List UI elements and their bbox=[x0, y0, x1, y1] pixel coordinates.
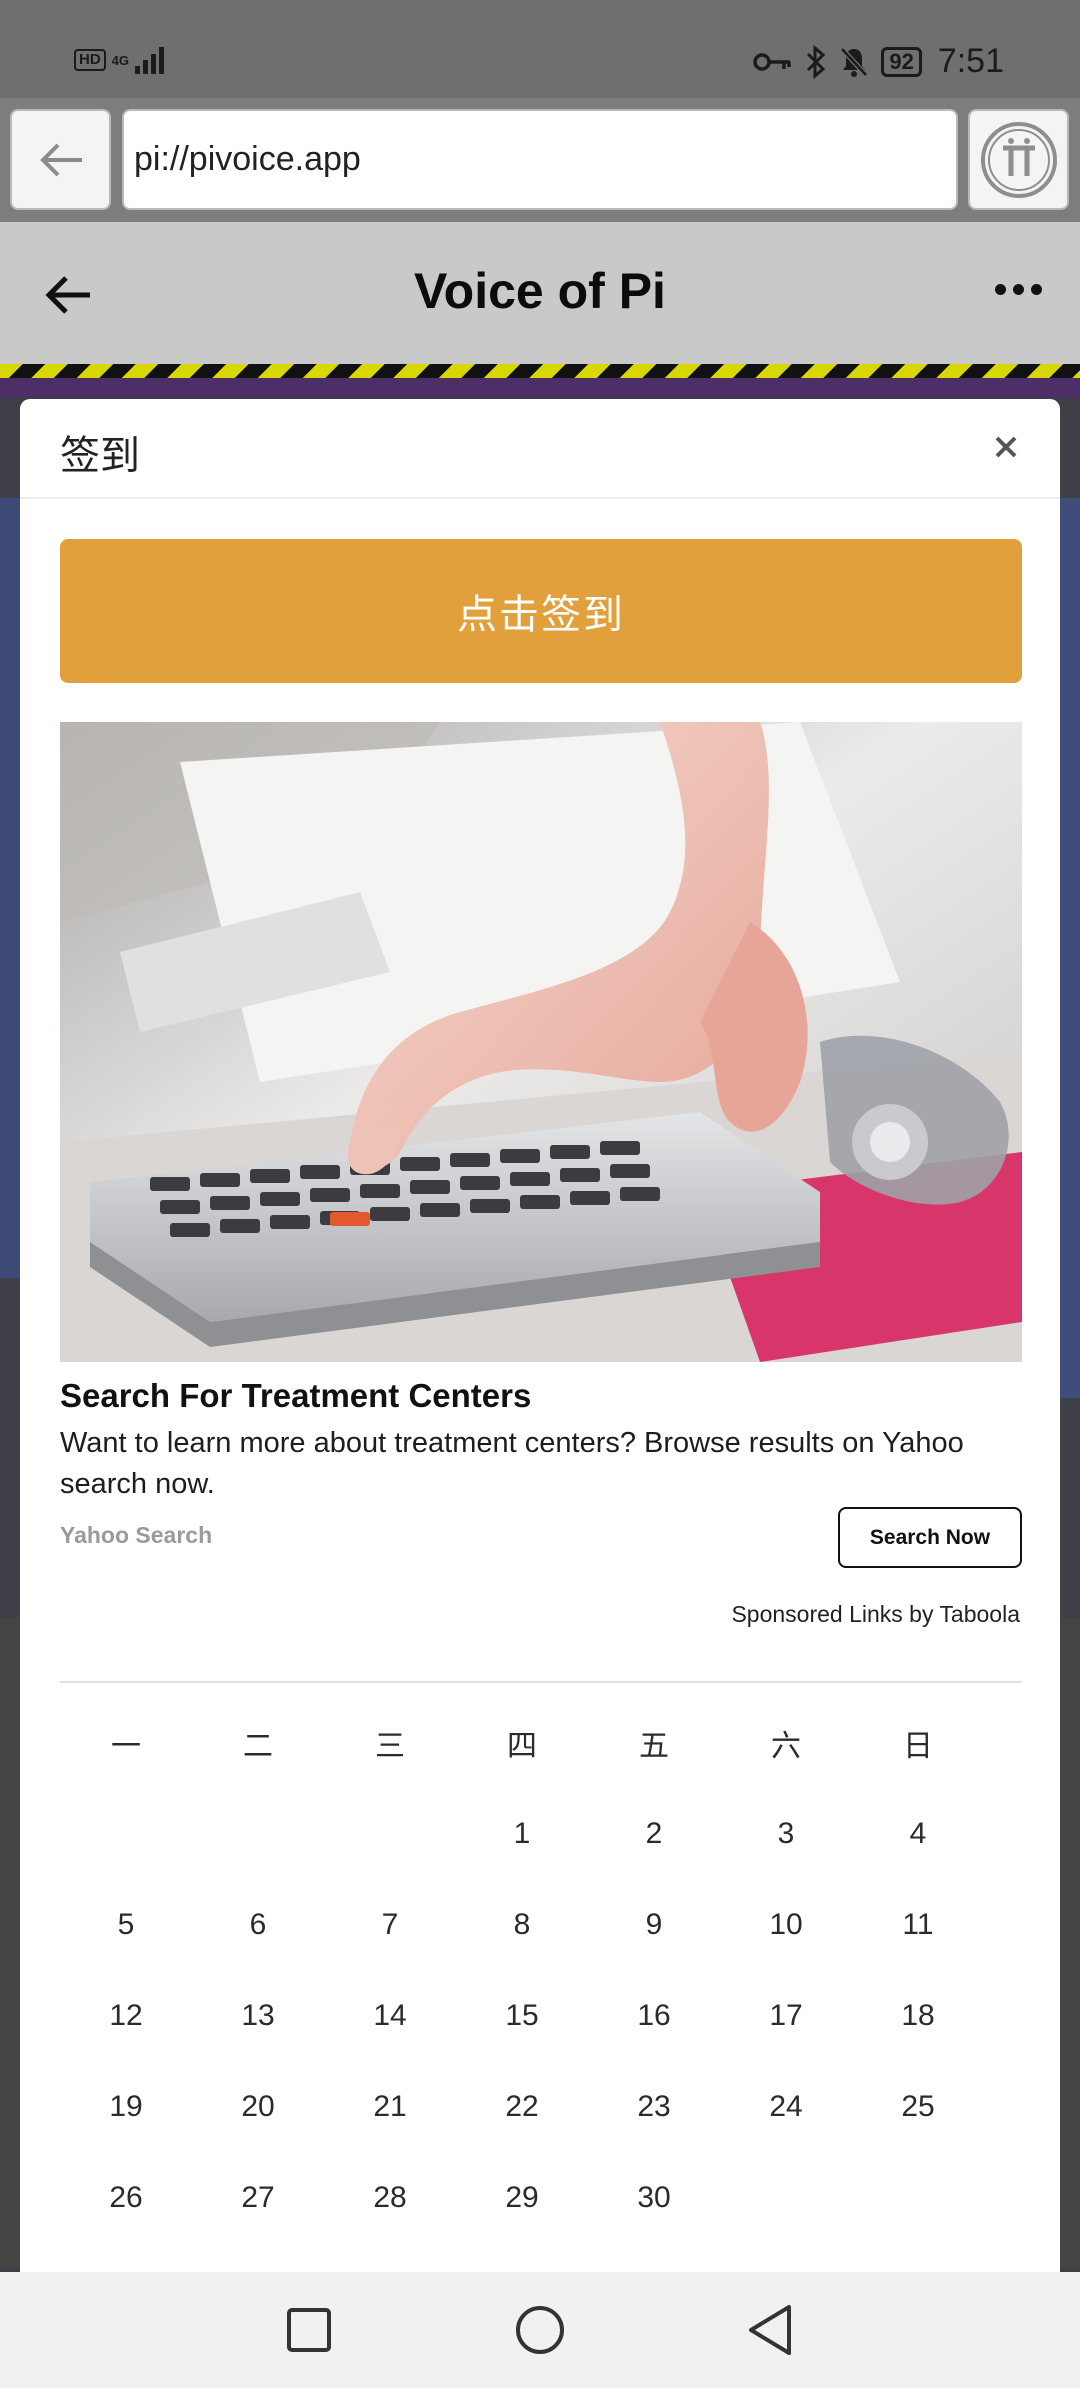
ad-description: Want to learn more about treatment cente… bbox=[60, 1427, 964, 1500]
modal-title: 签到 bbox=[60, 434, 140, 478]
calendar-day[interactable]: 19 bbox=[60, 2090, 192, 2124]
calendar-day[interactable]: 23 bbox=[588, 2090, 720, 2124]
recents-button[interactable] bbox=[279, 2300, 339, 2360]
calendar-day[interactable]: 14 bbox=[324, 1999, 456, 2033]
signal-icon bbox=[135, 46, 165, 74]
modal-header: 签到 bbox=[20, 399, 1060, 499]
calendar-day[interactable]: 2 bbox=[588, 1817, 720, 1851]
calendar-week-row: 19 20 21 22 23 24 25 bbox=[60, 2061, 1025, 2152]
status-bar: HD 4G 92 7:51 bbox=[0, 0, 1080, 98]
weekday-label: 二 bbox=[243, 1729, 273, 1763]
status-left: HD 4G bbox=[74, 46, 165, 74]
calendar-day[interactable]: 12 bbox=[60, 1999, 192, 2033]
calendar-day[interactable]: 27 bbox=[192, 2181, 324, 2215]
calendar-day[interactable]: 10 bbox=[720, 1908, 852, 1942]
ad-image[interactable] bbox=[60, 722, 1022, 1362]
checkin-calendar: 一 二 三 四 五 六 日 1 2 3 4 5 6 7 8 9 10 11 12 bbox=[60, 1697, 1025, 2243]
calendar-day[interactable]: 8 bbox=[456, 1908, 588, 1942]
checkin-modal: 签到 点击签到 Search For Treatment Centers Wan… bbox=[20, 399, 1060, 2272]
divider bbox=[60, 1681, 1022, 1683]
checkin-button[interactable]: 点击签到 bbox=[60, 539, 1022, 683]
ad-source: Yahoo Search bbox=[60, 1522, 213, 1548]
calendar-day[interactable]: 16 bbox=[588, 1999, 720, 2033]
calendar-day[interactable]: 13 bbox=[192, 1999, 324, 2033]
calendar-day[interactable]: 6 bbox=[192, 1908, 324, 1942]
calendar-day[interactable]: 29 bbox=[456, 2181, 588, 2215]
calendar-day[interactable]: 24 bbox=[720, 2090, 852, 2124]
hazard-stripe bbox=[0, 364, 1080, 378]
battery-indicator: 92 bbox=[881, 46, 922, 77]
search-now-button[interactable]: Search Now bbox=[838, 1507, 1022, 1568]
browser-back-button[interactable] bbox=[10, 109, 111, 210]
calendar-day[interactable]: 1 bbox=[456, 1817, 588, 1851]
weekday-label: 三 bbox=[375, 1729, 405, 1763]
bluetooth-icon bbox=[807, 44, 826, 79]
more-dots-icon[interactable] bbox=[995, 284, 1042, 295]
network-label: 4G bbox=[111, 52, 130, 68]
mute-bell-icon bbox=[840, 46, 869, 77]
page-title: Voice of Pi bbox=[414, 263, 666, 319]
calendar-day[interactable]: 11 bbox=[852, 1908, 984, 1942]
calendar-day[interactable]: 18 bbox=[852, 1999, 984, 2033]
system-nav-bar bbox=[0, 2272, 1080, 2388]
calendar-day[interactable]: 4 bbox=[852, 1817, 984, 1851]
calendar-day[interactable]: 21 bbox=[324, 2090, 456, 2124]
close-icon bbox=[995, 436, 1017, 458]
url-field[interactable]: pi://pivoice.app bbox=[122, 109, 958, 210]
hd-badge: HD bbox=[74, 49, 106, 71]
calendar-week-row: 26 27 28 29 30 bbox=[60, 2152, 1025, 2243]
browser-bar: pi://pivoice.app bbox=[0, 98, 1080, 222]
pi-browser-button[interactable] bbox=[968, 109, 1069, 210]
calendar-day[interactable]: 26 bbox=[60, 2181, 192, 2215]
background-banner bbox=[0, 378, 1080, 398]
square-icon bbox=[287, 2308, 331, 2352]
pi-logo-icon bbox=[980, 121, 1057, 198]
calendar-day[interactable]: 28 bbox=[324, 2181, 456, 2215]
arrow-left-icon bbox=[39, 143, 82, 176]
status-right: 92 7:51 bbox=[753, 42, 1004, 81]
home-button[interactable] bbox=[510, 2300, 570, 2360]
calendar-day[interactable]: 5 bbox=[60, 1908, 192, 1942]
weekday-label: 六 bbox=[771, 1729, 801, 1763]
ad-title[interactable]: Search For Treatment Centers bbox=[60, 1377, 531, 1415]
calculator-photo bbox=[60, 722, 1022, 1362]
calendar-day[interactable]: 7 bbox=[324, 1908, 456, 1942]
circle-icon bbox=[516, 2306, 564, 2354]
weekday-label: 四 bbox=[507, 1729, 537, 1763]
calendar-day[interactable]: 30 bbox=[588, 2181, 720, 2215]
calendar-day[interactable]: 15 bbox=[456, 1999, 588, 2033]
calendar-day[interactable]: 20 bbox=[192, 2090, 324, 2124]
triangle-back-icon bbox=[749, 2305, 791, 2355]
app-header: Voice of Pi bbox=[0, 222, 1080, 364]
back-button[interactable] bbox=[740, 2300, 800, 2360]
calendar-weekday-row: 一 二 三 四 五 六 日 bbox=[60, 1697, 1025, 1788]
calendar-day[interactable]: 17 bbox=[720, 1999, 852, 2033]
weekday-label: 一 bbox=[111, 1729, 141, 1763]
calendar-day[interactable]: 25 bbox=[852, 2090, 984, 2124]
sponsor-label[interactable]: Sponsored Links by Taboola bbox=[731, 1601, 1020, 1628]
calendar-week-row: 1 2 3 4 bbox=[60, 1788, 1025, 1879]
calendar-day[interactable]: 9 bbox=[588, 1908, 720, 1942]
calendar-day[interactable]: 22 bbox=[456, 2090, 588, 2124]
calendar-day[interactable]: 3 bbox=[720, 1817, 852, 1851]
clock: 7:51 bbox=[937, 42, 1004, 80]
calendar-week-row: 12 13 14 15 16 17 18 bbox=[60, 1970, 1025, 2061]
close-button[interactable] bbox=[986, 427, 1026, 467]
vpn-key-icon bbox=[753, 52, 792, 71]
calendar-week-row: 5 6 7 8 9 10 11 bbox=[60, 1879, 1025, 1970]
background-card-right bbox=[1058, 498, 1080, 1398]
weekday-label: 五 bbox=[639, 1729, 669, 1763]
background-card-left bbox=[0, 498, 22, 1278]
weekday-label: 日 bbox=[903, 1729, 933, 1763]
